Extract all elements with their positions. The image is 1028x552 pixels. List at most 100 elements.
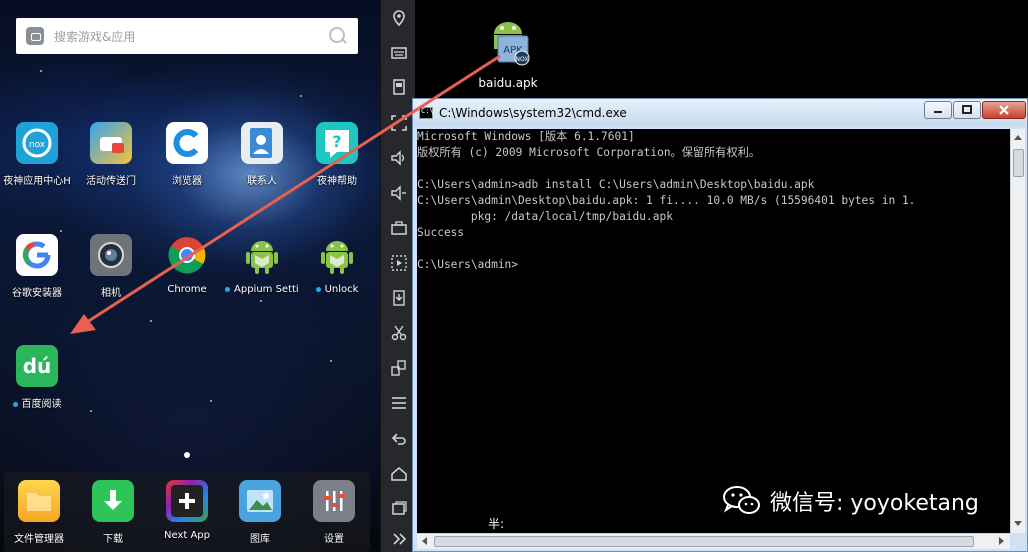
emulator-toolbar (380, 0, 415, 552)
next-app-icon (166, 480, 208, 522)
scroll-thumb[interactable] (434, 536, 974, 547)
contacts-icon (241, 122, 283, 164)
vertical-scrollbar[interactable] (1010, 129, 1025, 533)
scroll-left-icon[interactable] (422, 537, 427, 545)
app-label: 相机 (101, 288, 121, 299)
back-icon[interactable] (388, 428, 409, 449)
app-search-bar[interactable]: 搜索游戏&应用 (16, 18, 358, 54)
app-label: 夜神应用中心H (3, 176, 71, 187)
app-label: 设置 (324, 534, 344, 545)
apk-sub-badge: NOX (516, 56, 529, 63)
dock-next-app[interactable]: Next App (150, 480, 224, 541)
minimize-button[interactable] (924, 101, 952, 119)
maximize-icon (962, 105, 972, 114)
expand-toolbar-icon[interactable] (388, 528, 409, 549)
browser-icon (166, 122, 208, 164)
app-label-text: Unlock (324, 284, 359, 295)
gallery-icon (239, 480, 281, 522)
download-icon (92, 480, 134, 522)
cmd-title-bar[interactable]: C:\Windows\system32\cmd.exe (413, 99, 1027, 127)
desktop-apk-file[interactable]: APK NOX baidu.apk (468, 14, 548, 90)
apk-file-icon: APK NOX (494, 22, 530, 66)
app-camera[interactable]: 相机 (74, 234, 148, 299)
app-baidu-reader[interactable]: dú 百度阅读 (0, 345, 74, 410)
app-unlock[interactable]: Unlock (300, 234, 374, 295)
app-label: Chrome (167, 284, 207, 295)
app-label: Unlock (300, 284, 374, 295)
baidu-reader-icon: dú (16, 345, 58, 387)
emulator-screen: 搜索游戏&应用 nox 夜神应用中心H 活动传送门 浏览器 联系人 ? 夜神帮助 (0, 0, 380, 552)
settings-icon (313, 480, 355, 522)
dock-gallery[interactable]: 图库 (223, 480, 297, 545)
search-icon[interactable] (328, 26, 348, 46)
dock-download[interactable]: 下载 (76, 480, 150, 545)
fullscreen-icon[interactable] (388, 112, 409, 133)
scroll-down-icon[interactable] (1014, 521, 1022, 526)
location-icon[interactable] (388, 7, 409, 28)
volume-up-icon[interactable] (388, 147, 409, 168)
home-icon[interactable] (388, 463, 409, 484)
event-portal-icon (90, 122, 132, 164)
app-label-text: 百度阅读 (21, 399, 62, 410)
wechat-watermark: 微信号: yoyoketang (722, 484, 979, 518)
app-label: 百度阅读 (0, 395, 74, 410)
page-indicator (184, 452, 190, 458)
wechat-icon (723, 486, 760, 514)
app-label: 浏览器 (172, 176, 202, 187)
app-browser[interactable]: 浏览器 (150, 122, 224, 187)
record-macro-icon[interactable] (388, 252, 409, 273)
apk-file-label: baidu.apk (478, 76, 538, 90)
close-button[interactable] (982, 101, 1026, 119)
watermark-text: 微信号: yoyoketang (770, 491, 979, 516)
app-chrome[interactable]: Chrome (150, 234, 224, 295)
cmd-app-icon (419, 107, 434, 119)
scroll-right-icon[interactable] (999, 537, 1004, 545)
apk-install-icon[interactable] (388, 287, 409, 308)
menu-icon[interactable] (388, 392, 409, 413)
app-label: Next App (163, 530, 210, 541)
app-label: 活动传送门 (86, 176, 136, 187)
close-icon (999, 105, 1009, 115)
ime-status: 半: (488, 517, 505, 531)
volume-down-icon[interactable] (388, 182, 409, 203)
screenshot-icon[interactable] (388, 76, 409, 97)
nox-logo-icon (26, 27, 44, 45)
horizontal-scrollbar[interactable] (417, 533, 1010, 549)
scissors-icon[interactable] (388, 322, 409, 343)
console-line: pkg: /data/local/tmp/baidu.apk (417, 210, 673, 223)
app-nox-help[interactable]: ? 夜神帮助 (300, 122, 374, 187)
console-line: Microsoft Windows [版本 6.1.7601] (417, 130, 635, 143)
chrome-icon (166, 234, 208, 276)
maximize-button[interactable] (953, 101, 981, 119)
app-nox-app-center[interactable]: nox 夜神应用中心H (0, 122, 74, 187)
google-installer-icon (16, 234, 58, 276)
svg-text:?: ? (332, 132, 341, 151)
nox-help-icon: ? (316, 122, 358, 164)
app-label: Appium Setting (225, 284, 299, 295)
dock-file-manager[interactable]: 文件管理器 (2, 480, 76, 545)
file-manager-icon (18, 480, 60, 522)
app-event-portal[interactable]: 活动传送门 (74, 122, 148, 187)
cmd-console[interactable]: Microsoft Windows [版本 6.1.7601] 版权所有 (c)… (417, 129, 1010, 533)
scroll-up-icon[interactable] (1014, 135, 1022, 140)
android-icon (241, 234, 283, 276)
dock-settings[interactable]: 设置 (297, 480, 371, 545)
search-placeholder: 搜索游戏&应用 (54, 29, 136, 44)
scroll-thumb[interactable] (1013, 149, 1024, 177)
android-icon (316, 234, 358, 276)
app-label: 图库 (250, 534, 270, 545)
multi-instance-icon[interactable] (388, 357, 409, 378)
console-line: C:\Users\admin\Desktop\baidu.apk: 1 fi..… (417, 194, 916, 207)
app-appium-settings[interactable]: Appium Setting (225, 234, 299, 295)
console-prompt: C:\Users\admin> (417, 258, 519, 271)
app-contacts[interactable]: 联系人 (225, 122, 299, 187)
camera-icon (90, 234, 132, 276)
console-line: C:\Users\admin>adb install C:\Users\admi… (417, 178, 815, 191)
baidu-reader-glyph: dú (22, 354, 52, 378)
recent-apps-icon[interactable] (388, 497, 409, 518)
keyboard-icon[interactable] (388, 42, 409, 63)
toolbox-icon[interactable] (388, 217, 409, 238)
console-line: Success (417, 226, 465, 239)
app-google-installer[interactable]: 谷歌安装器 (0, 234, 74, 299)
